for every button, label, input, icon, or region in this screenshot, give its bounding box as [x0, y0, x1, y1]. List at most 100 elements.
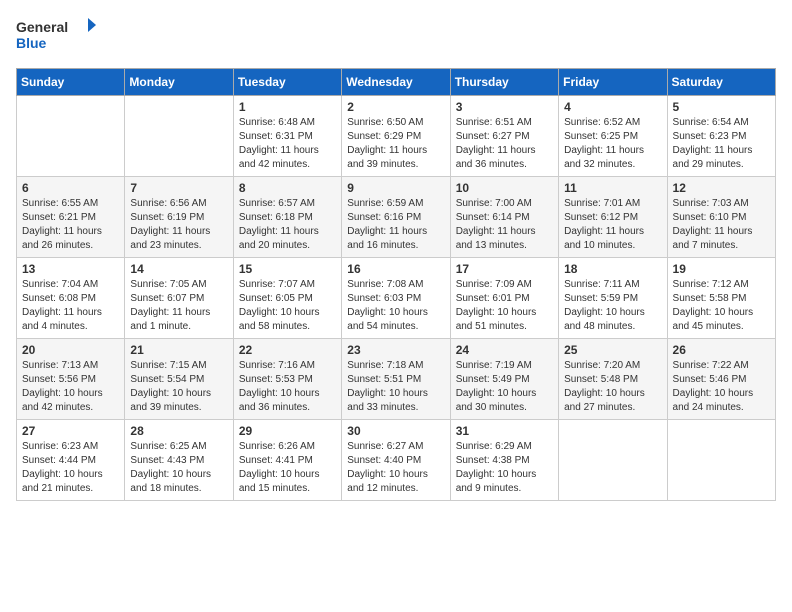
calendar-cell: 12Sunrise: 7:03 AM Sunset: 6:10 PM Dayli… [667, 177, 775, 258]
day-number: 29 [239, 424, 336, 438]
calendar-week-row: 27Sunrise: 6:23 AM Sunset: 4:44 PM Dayli… [17, 420, 776, 501]
calendar-cell: 23 Sunrise: 7:18 AM Sunset: 5:51 PM Dayli… [342, 339, 450, 420]
calendar-cell [559, 420, 667, 501]
day-number: 27 [22, 424, 119, 438]
day-info: Sunrise: 6:57 AM Sunset: 6:18 PM Dayligh… [239, 197, 336, 253]
day-info: Sunrise: 7:20 AM Sunset: 5:48 PM Dayligh… [564, 359, 661, 415]
day-number: 5 [673, 100, 770, 114]
calendar-cell: 19 Sunrise: 7:12 AM Sunset: 5:58 PM Dayli… [667, 258, 775, 339]
calendar-week-row: 13 Sunrise: 7:04 AM Sunset: 6:08 PM Dayli… [17, 258, 776, 339]
calendar-cell [667, 420, 775, 501]
calendar-table: SundayMondayTuesdayWednesdayThursdayFrid… [16, 68, 776, 501]
day-info: Sunrise: 7:08 AM Sunset: 6:03 PM Dayligh… [347, 278, 444, 334]
calendar-cell: 6Sunrise: 6:55 AM Sunset: 6:21 PM Daylig… [17, 177, 125, 258]
day-number: 23 [347, 343, 444, 357]
calendar-cell: 13 Sunrise: 7:04 AM Sunset: 6:08 PM Dayli… [17, 258, 125, 339]
calendar-cell: 25 Sunrise: 7:20 AM Sunset: 5:48 PM Dayli… [559, 339, 667, 420]
calendar-cell: 28 Sunrise: 6:25 AM Sunset: 4:43 PM Dayli… [125, 420, 233, 501]
calendar-cell: 15 Sunrise: 7:07 AM Sunset: 6:05 PM Dayli… [233, 258, 341, 339]
day-number: 1 [239, 100, 336, 114]
day-info: Sunrise: 7:22 AM Sunset: 5:46 PM Dayligh… [673, 359, 770, 415]
calendar-cell [17, 96, 125, 177]
day-number: 26 [673, 343, 770, 357]
day-number: 16 [347, 262, 444, 276]
day-number: 14 [130, 262, 227, 276]
calendar-cell: 8 Sunrise: 6:57 AM Sunset: 6:18 PM Daylig… [233, 177, 341, 258]
svg-text:General: General [16, 19, 68, 35]
calendar-cell: 2Sunrise: 6:50 AM Sunset: 6:29 PM Daylig… [342, 96, 450, 177]
calendar-cell: 1 Sunrise: 6:48 AM Sunset: 6:31 PM Daylig… [233, 96, 341, 177]
day-info: Sunrise: 7:04 AM Sunset: 6:08 PM Dayligh… [22, 278, 119, 334]
day-number: 12 [673, 181, 770, 195]
calendar-cell: 21 Sunrise: 7:15 AM Sunset: 5:54 PM Dayli… [125, 339, 233, 420]
page-header: General Blue [16, 16, 776, 56]
day-info: Sunrise: 6:27 AM Sunset: 4:40 PM Dayligh… [347, 440, 444, 496]
calendar-cell: 20 Sunrise: 7:13 AM Sunset: 5:56 PM Dayli… [17, 339, 125, 420]
day-number: 25 [564, 343, 661, 357]
day-info: Sunrise: 6:56 AM Sunset: 6:19 PM Dayligh… [130, 197, 227, 253]
weekday-header-wednesday: Wednesday [342, 69, 450, 96]
day-info: Sunrise: 7:13 AM Sunset: 5:56 PM Dayligh… [22, 359, 119, 415]
calendar-cell: 18Sunrise: 7:11 AM Sunset: 5:59 PM Dayli… [559, 258, 667, 339]
day-info: Sunrise: 7:01 AM Sunset: 6:12 PM Dayligh… [564, 197, 661, 253]
day-info: Sunrise: 7:18 AM Sunset: 5:51 PM Dayligh… [347, 359, 444, 415]
day-number: 11 [564, 181, 661, 195]
day-number: 21 [130, 343, 227, 357]
calendar-cell: 24Sunrise: 7:19 AM Sunset: 5:49 PM Dayli… [450, 339, 558, 420]
day-info: Sunrise: 6:55 AM Sunset: 6:21 PM Dayligh… [22, 197, 119, 253]
day-info: Sunrise: 6:48 AM Sunset: 6:31 PM Dayligh… [239, 116, 336, 172]
calendar-cell: 29 Sunrise: 6:26 AM Sunset: 4:41 PM Dayli… [233, 420, 341, 501]
day-number: 15 [239, 262, 336, 276]
day-info: Sunrise: 7:07 AM Sunset: 6:05 PM Dayligh… [239, 278, 336, 334]
day-info: Sunrise: 6:54 AM Sunset: 6:23 PM Dayligh… [673, 116, 770, 172]
day-info: Sunrise: 7:12 AM Sunset: 5:58 PM Dayligh… [673, 278, 770, 334]
calendar-week-row: 1 Sunrise: 6:48 AM Sunset: 6:31 PM Daylig… [17, 96, 776, 177]
day-number: 20 [22, 343, 119, 357]
day-info: Sunrise: 7:09 AM Sunset: 6:01 PM Dayligh… [456, 278, 553, 334]
day-number: 9 [347, 181, 444, 195]
day-info: Sunrise: 6:26 AM Sunset: 4:41 PM Dayligh… [239, 440, 336, 496]
day-number: 3 [456, 100, 553, 114]
day-number: 8 [239, 181, 336, 195]
weekday-header-sunday: Sunday [17, 69, 125, 96]
day-info: Sunrise: 6:51 AM Sunset: 6:27 PM Dayligh… [456, 116, 553, 172]
day-info: Sunrise: 7:19 AM Sunset: 5:49 PM Dayligh… [456, 359, 553, 415]
logo-svg: General Blue [16, 16, 106, 56]
day-number: 31 [456, 424, 553, 438]
calendar-cell: 26 Sunrise: 7:22 AM Sunset: 5:46 PM Dayli… [667, 339, 775, 420]
calendar-cell: 4Sunrise: 6:52 AM Sunset: 6:25 PM Daylig… [559, 96, 667, 177]
calendar-cell: 3 Sunrise: 6:51 AM Sunset: 6:27 PM Daylig… [450, 96, 558, 177]
calendar-cell: 30Sunrise: 6:27 AM Sunset: 4:40 PM Dayli… [342, 420, 450, 501]
weekday-header-thursday: Thursday [450, 69, 558, 96]
calendar-cell: 11 Sunrise: 7:01 AM Sunset: 6:12 PM Dayli… [559, 177, 667, 258]
calendar-cell: 27Sunrise: 6:23 AM Sunset: 4:44 PM Dayli… [17, 420, 125, 501]
day-info: Sunrise: 6:50 AM Sunset: 6:29 PM Dayligh… [347, 116, 444, 172]
svg-text:Blue: Blue [16, 35, 47, 51]
day-info: Sunrise: 7:11 AM Sunset: 5:59 PM Dayligh… [564, 278, 661, 334]
calendar-cell: 5 Sunrise: 6:54 AM Sunset: 6:23 PM Daylig… [667, 96, 775, 177]
calendar-cell: 16 Sunrise: 7:08 AM Sunset: 6:03 PM Dayli… [342, 258, 450, 339]
day-info: Sunrise: 7:15 AM Sunset: 5:54 PM Dayligh… [130, 359, 227, 415]
calendar-cell: 9 Sunrise: 6:59 AM Sunset: 6:16 PM Daylig… [342, 177, 450, 258]
calendar-cell: 22 Sunrise: 7:16 AM Sunset: 5:53 PM Dayli… [233, 339, 341, 420]
logo: General Blue [16, 16, 106, 56]
day-number: 19 [673, 262, 770, 276]
day-number: 7 [130, 181, 227, 195]
calendar-cell: 10 Sunrise: 7:00 AM Sunset: 6:14 PM Dayli… [450, 177, 558, 258]
day-number: 13 [22, 262, 119, 276]
day-info: Sunrise: 7:00 AM Sunset: 6:14 PM Dayligh… [456, 197, 553, 253]
weekday-header-tuesday: Tuesday [233, 69, 341, 96]
weekday-header-monday: Monday [125, 69, 233, 96]
day-number: 10 [456, 181, 553, 195]
day-info: Sunrise: 6:29 AM Sunset: 4:38 PM Dayligh… [456, 440, 553, 496]
day-number: 28 [130, 424, 227, 438]
day-info: Sunrise: 6:25 AM Sunset: 4:43 PM Dayligh… [130, 440, 227, 496]
calendar-cell: 31 Sunrise: 6:29 AM Sunset: 4:38 PM Dayli… [450, 420, 558, 501]
day-number: 22 [239, 343, 336, 357]
day-info: Sunrise: 6:59 AM Sunset: 6:16 PM Dayligh… [347, 197, 444, 253]
calendar-week-row: 20 Sunrise: 7:13 AM Sunset: 5:56 PM Dayli… [17, 339, 776, 420]
calendar-week-row: 6Sunrise: 6:55 AM Sunset: 6:21 PM Daylig… [17, 177, 776, 258]
day-info: Sunrise: 6:52 AM Sunset: 6:25 PM Dayligh… [564, 116, 661, 172]
day-info: Sunrise: 7:16 AM Sunset: 5:53 PM Dayligh… [239, 359, 336, 415]
calendar-cell: 14Sunrise: 7:05 AM Sunset: 6:07 PM Dayli… [125, 258, 233, 339]
